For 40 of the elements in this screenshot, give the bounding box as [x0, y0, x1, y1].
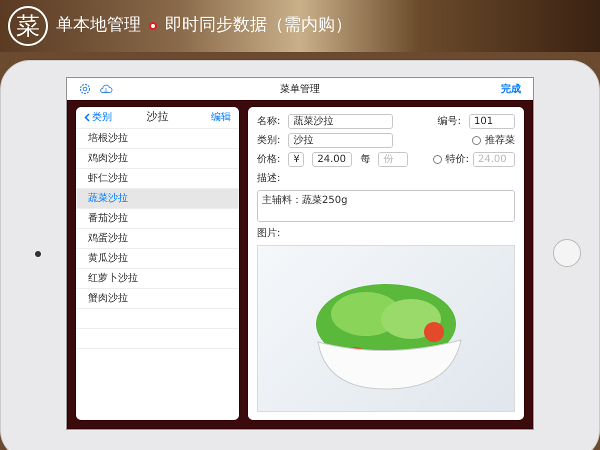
done-button[interactable]: 完成: [501, 82, 521, 96]
field-label: 编号:: [438, 114, 461, 129]
checkbox[interactable]: [432, 155, 442, 164]
field-label: 价格:: [257, 152, 280, 167]
logo: 菜: [8, 6, 48, 46]
field-label: 每: [360, 153, 370, 167]
description-field[interactable]: 主辅料：蔬菜250g: [257, 190, 515, 222]
list-title: 沙拉: [146, 109, 168, 126]
list-item[interactable]: 番茄沙拉: [76, 209, 239, 229]
list-item[interactable]: 培根沙拉: [76, 129, 239, 149]
checkbox[interactable]: [472, 136, 481, 145]
bullet-icon: [149, 22, 157, 30]
nav-title: 菜单管理: [280, 82, 320, 96]
list-item[interactable]: 红萝卜沙拉: [76, 269, 239, 289]
field-label: 推荐菜: [485, 134, 515, 148]
name-field[interactable]: 蔬菜沙拉: [288, 114, 394, 129]
field-label: 名称:: [257, 115, 280, 129]
field-label: 特价:: [446, 152, 469, 167]
currency-field[interactable]: ¥: [288, 152, 304, 167]
list-item[interactable]: 黄瓜沙拉: [76, 249, 239, 269]
cloud-sync-icon[interactable]: [99, 83, 113, 95]
field-label: 类别:: [257, 134, 280, 148]
chevron-left-icon: [84, 113, 90, 122]
banner-text: 即时同步数据（需内购）: [165, 14, 352, 38]
settings-icon[interactable]: [79, 83, 91, 95]
home-button[interactable]: [553, 239, 581, 267]
field-label: 描述:: [257, 172, 282, 186]
category-field[interactable]: 沙拉: [288, 133, 394, 148]
list-item[interactable]: 鸡蛋沙拉: [76, 229, 239, 249]
list-item[interactable]: 鸡肉沙拉: [76, 149, 239, 169]
edit-button[interactable]: 编辑: [211, 110, 231, 125]
special-price-field[interactable]: 24.00: [473, 152, 515, 167]
field-label: 图片:: [257, 226, 282, 241]
camera-icon: [35, 251, 41, 257]
list-item[interactable]: 蟹肉沙拉: [76, 289, 239, 309]
unit-field[interactable]: 份: [378, 152, 408, 167]
number-field[interactable]: 101: [469, 114, 515, 129]
banner-text: 单本地管理: [56, 14, 141, 38]
back-button[interactable]: 类别: [84, 110, 112, 125]
price-field[interactable]: 24.00: [312, 152, 352, 167]
